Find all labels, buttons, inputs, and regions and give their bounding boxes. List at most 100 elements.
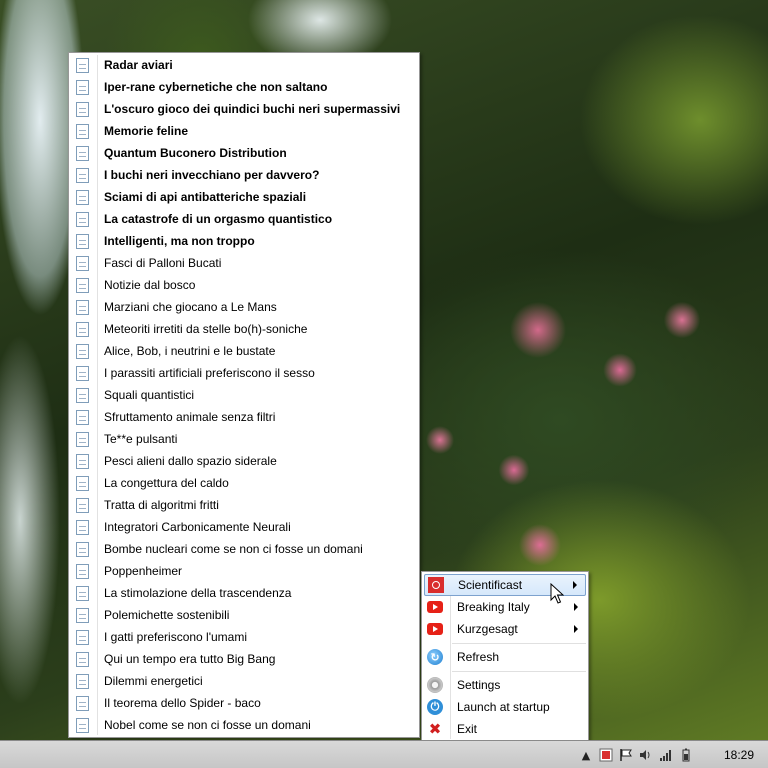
episode-menu-item[interactable]: Quantum Buconero Distribution xyxy=(69,142,419,164)
episode-menu-item[interactable]: Polemichette sostenibili xyxy=(69,604,419,626)
document-icon xyxy=(76,388,89,403)
network-signal-icon[interactable] xyxy=(658,747,674,763)
episode-title: Te**e pulsanti xyxy=(104,432,178,446)
episode-title: Bombe nucleari come se non ci fosse un d… xyxy=(104,542,363,556)
document-icon xyxy=(76,234,89,249)
episode-title: Alice, Bob, i neutrini e le bustate xyxy=(104,344,276,358)
episode-title: Tratta di algoritmi fritti xyxy=(104,498,219,512)
episode-menu-item[interactable]: Squali quantistici xyxy=(69,384,419,406)
episode-menu-item[interactable]: Nobel come se non ci fosse un domani xyxy=(69,714,419,736)
document-icon xyxy=(76,212,89,227)
document-icon xyxy=(76,630,89,645)
episode-menu-item[interactable]: Pesci alieni dallo spazio siderale xyxy=(69,450,419,472)
episode-title: Pesci alieni dallo spazio siderale xyxy=(104,454,277,468)
scientificast-icon xyxy=(428,577,444,593)
episode-menu-item[interactable]: La congettura del caldo xyxy=(69,472,419,494)
episode-title: Sfruttamento animale senza filtri xyxy=(104,410,276,424)
battery-icon[interactable] xyxy=(678,747,694,763)
document-icon xyxy=(76,146,89,161)
episode-menu-item[interactable]: Memorie feline xyxy=(69,120,419,142)
menu-item-exit[interactable]: ✖ Exit xyxy=(422,718,588,740)
episode-menu-item[interactable]: La catastrofe di un orgasmo quantistico xyxy=(69,208,419,230)
episode-menu-item[interactable]: Iper-rane cybernetiche che non saltano xyxy=(69,76,419,98)
episode-menu-item[interactable]: La stimolazione della trascendenza xyxy=(69,582,419,604)
episode-menu-item[interactable]: Qui un tempo era tutto Big Bang xyxy=(69,648,419,670)
episode-menu-item[interactable]: Alice, Bob, i neutrini e le bustate xyxy=(69,340,419,362)
menu-item-settings[interactable]: Settings xyxy=(422,674,588,696)
episode-title: Meteoriti irretiti da stelle bo(h)-sonic… xyxy=(104,322,308,336)
episode-menu-item[interactable]: Integratori Carbonicamente Neurali xyxy=(69,516,419,538)
episode-menu-item[interactable]: Te**e pulsanti xyxy=(69,428,419,450)
episode-menu-item[interactable]: Notizie dal bosco xyxy=(69,274,419,296)
menu-item-launch-at-startup[interactable]: ⏻ Launch at startup xyxy=(422,696,588,718)
episode-title: Poppenheimer xyxy=(104,564,183,578)
submenu-arrow-icon xyxy=(574,603,578,611)
episode-menu-item[interactable]: Sfruttamento animale senza filtri xyxy=(69,406,419,428)
document-icon xyxy=(76,674,89,689)
episode-title: Iper-rane cybernetiche che non saltano xyxy=(104,80,328,94)
episode-title: Fasci di Palloni Bucati xyxy=(104,256,222,270)
episode-title: Intelligenti, ma non troppo xyxy=(104,234,255,248)
episode-title: La congettura del caldo xyxy=(104,476,229,490)
menu-item-kurzgesagt[interactable]: Kurzgesagt xyxy=(422,618,588,640)
refresh-icon: ↻ xyxy=(427,649,443,665)
document-icon xyxy=(76,366,89,381)
episode-menu-item[interactable]: Il teorema dello Spider - baco xyxy=(69,692,419,714)
episode-menu-item[interactable]: L'oscuro gioco dei quindici buchi neri s… xyxy=(69,98,419,120)
episode-menu-item[interactable]: Bombe nucleari come se non ci fosse un d… xyxy=(69,538,419,560)
menu-item-label: Scientificast xyxy=(458,578,523,592)
show-hidden-icons-icon[interactable]: ▲ xyxy=(578,747,594,763)
document-icon xyxy=(76,718,89,733)
menu-item-refresh[interactable]: ↻ Refresh xyxy=(422,646,588,668)
document-icon xyxy=(76,102,89,117)
document-icon xyxy=(76,190,89,205)
document-icon xyxy=(76,476,89,491)
episode-title: Memorie feline xyxy=(104,124,189,138)
document-icon xyxy=(76,278,89,293)
document-icon xyxy=(76,256,89,271)
document-icon xyxy=(76,608,89,623)
document-icon xyxy=(76,410,89,425)
episode-menu-item[interactable]: Dilemmi energetici xyxy=(69,670,419,692)
episode-menu-item[interactable]: I gatti preferiscono l'umami xyxy=(69,626,419,648)
submenu-arrow-icon xyxy=(574,625,578,633)
youtube-icon xyxy=(427,621,443,637)
document-icon xyxy=(76,124,89,139)
document-icon xyxy=(76,586,89,601)
episode-menu-item[interactable]: Marziani che giocano a Le Mans xyxy=(69,296,419,318)
menu-item-label: Breaking Italy xyxy=(457,600,530,614)
episode-title: I parassiti artificiali preferiscono il … xyxy=(104,366,315,380)
episode-menu-item[interactable]: Sciami di api antibatteriche spaziali xyxy=(69,186,419,208)
episode-menu-item[interactable]: Poppenheimer xyxy=(69,560,419,582)
mouse-cursor-icon xyxy=(550,583,564,604)
episode-title: I gatti preferiscono l'umami xyxy=(104,630,248,644)
document-icon xyxy=(76,564,89,579)
document-icon xyxy=(76,300,89,315)
taskbar-clock[interactable]: 18:29 xyxy=(710,748,768,762)
episode-menu-item[interactable]: Tratta di algoritmi fritti xyxy=(69,494,419,516)
episode-title: Radar aviari xyxy=(104,58,173,72)
document-icon xyxy=(76,520,89,535)
podcast-tray-icon[interactable] xyxy=(598,747,614,763)
episode-title: Marziani che giocano a Le Mans xyxy=(104,300,277,314)
episode-menu-item[interactable]: Fasci di Palloni Bucati xyxy=(69,252,419,274)
document-icon xyxy=(76,80,89,95)
submenu-arrow-icon xyxy=(573,581,577,589)
power-icon: ⏻ xyxy=(427,699,443,715)
episode-menu-item[interactable]: I parassiti artificiali preferiscono il … xyxy=(69,362,419,384)
taskbar: ▲ 18:29 xyxy=(0,740,768,768)
episode-menu-item[interactable]: I buchi neri invecchiano per davvero? xyxy=(69,164,419,186)
flag-icon[interactable] xyxy=(618,747,634,763)
document-icon xyxy=(76,498,89,513)
document-icon xyxy=(76,58,89,73)
document-icon xyxy=(76,322,89,337)
menu-item-label: Exit xyxy=(457,722,478,736)
episode-title: Notizie dal bosco xyxy=(104,278,196,292)
episode-menu-item[interactable]: Radar aviari xyxy=(69,54,419,76)
episode-title: Squali quantistici xyxy=(104,388,195,402)
document-icon xyxy=(76,344,89,359)
episode-menu-item[interactable]: Intelligenti, ma non troppo xyxy=(69,230,419,252)
document-icon xyxy=(76,542,89,557)
volume-icon[interactable] xyxy=(638,747,654,763)
episode-menu-item[interactable]: Meteoriti irretiti da stelle bo(h)-sonic… xyxy=(69,318,419,340)
